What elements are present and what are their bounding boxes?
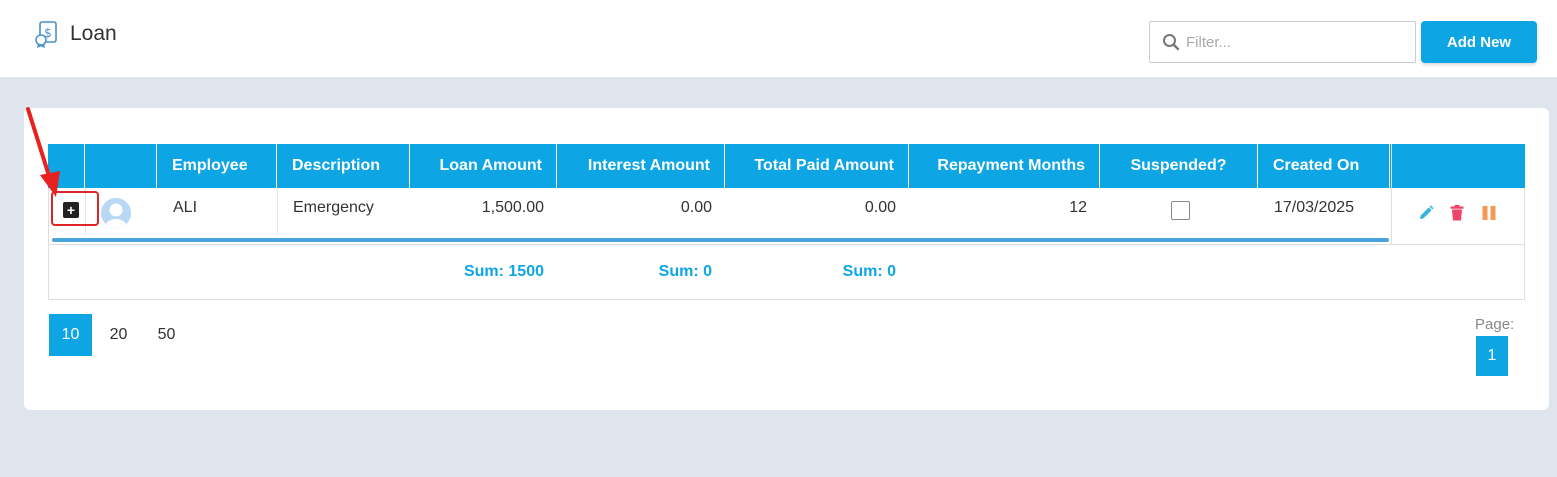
grid-header: Employee Description Loan Amount Interes… xyxy=(48,144,1525,188)
cell-total-paid-amount: 0.00 xyxy=(864,199,896,216)
delete-icon[interactable] xyxy=(1447,203,1467,223)
filter-box[interactable] xyxy=(1149,21,1416,63)
cell-repayment-months: 12 xyxy=(1069,199,1087,216)
row-actions xyxy=(1391,144,1526,244)
edit-icon[interactable] xyxy=(1416,203,1436,223)
sum-loan-amount: Sum: 1500 xyxy=(463,263,544,280)
header-created-on[interactable]: Created On xyxy=(1258,144,1390,188)
arrow-annotation xyxy=(26,107,60,197)
page-title: Loan xyxy=(70,22,117,45)
header-suspended[interactable]: Suspended? xyxy=(1100,144,1258,188)
cell-created-on: 17/03/2025 xyxy=(1274,199,1355,216)
filter-input[interactable] xyxy=(1186,33,1396,51)
cell-interest-amount: 0.00 xyxy=(680,199,712,216)
page-size-10[interactable]: 10 xyxy=(49,314,92,356)
summary-row: Sum: 1500 Sum: 0 Sum: 0 xyxy=(48,244,1525,300)
cell-loan-amount: 1,500.00 xyxy=(481,199,544,216)
sum-interest-amount: Sum: 0 xyxy=(658,263,712,280)
row-scrollbar[interactable] xyxy=(52,238,1389,242)
search-icon xyxy=(1156,22,1186,62)
page-button-1[interactable]: 1 xyxy=(1476,336,1508,376)
header-description[interactable]: Description xyxy=(277,144,410,188)
suspended-checkbox[interactable] xyxy=(1171,201,1190,220)
table-row[interactable]: + ALI Emergency 1,500.00 0.00 0.00 12 17… xyxy=(48,144,1525,244)
header-loan-amount[interactable]: Loan Amount xyxy=(410,144,557,188)
avatar xyxy=(101,198,131,228)
header-total-paid-amount[interactable]: Total Paid Amount xyxy=(725,144,909,188)
cell-employee: ALI xyxy=(173,199,198,216)
loan-icon: $ xyxy=(35,21,57,48)
page-size-20[interactable]: 20 xyxy=(97,314,140,356)
header-employee[interactable]: Employee xyxy=(157,144,277,188)
page-label: Page: xyxy=(1475,316,1515,333)
add-new-button[interactable]: Add New xyxy=(1421,21,1537,63)
pause-icon[interactable] xyxy=(1479,203,1499,223)
cell-description: Emergency xyxy=(293,199,374,216)
page-size-50[interactable]: 50 xyxy=(145,314,188,356)
loan-card: Employee Description Loan Amount Interes… xyxy=(24,108,1549,410)
header-avatar-col xyxy=(85,144,157,188)
header-interest-amount[interactable]: Interest Amount xyxy=(557,144,725,188)
header-repayment-months[interactable]: Repayment Months xyxy=(909,144,1100,188)
title-area: $ Loan xyxy=(34,20,117,48)
sum-total-paid-amount: Sum: 0 xyxy=(842,263,896,280)
page-header: $ Loan Add New xyxy=(0,0,1557,78)
page-size-selector: 10 20 50 xyxy=(49,314,193,356)
